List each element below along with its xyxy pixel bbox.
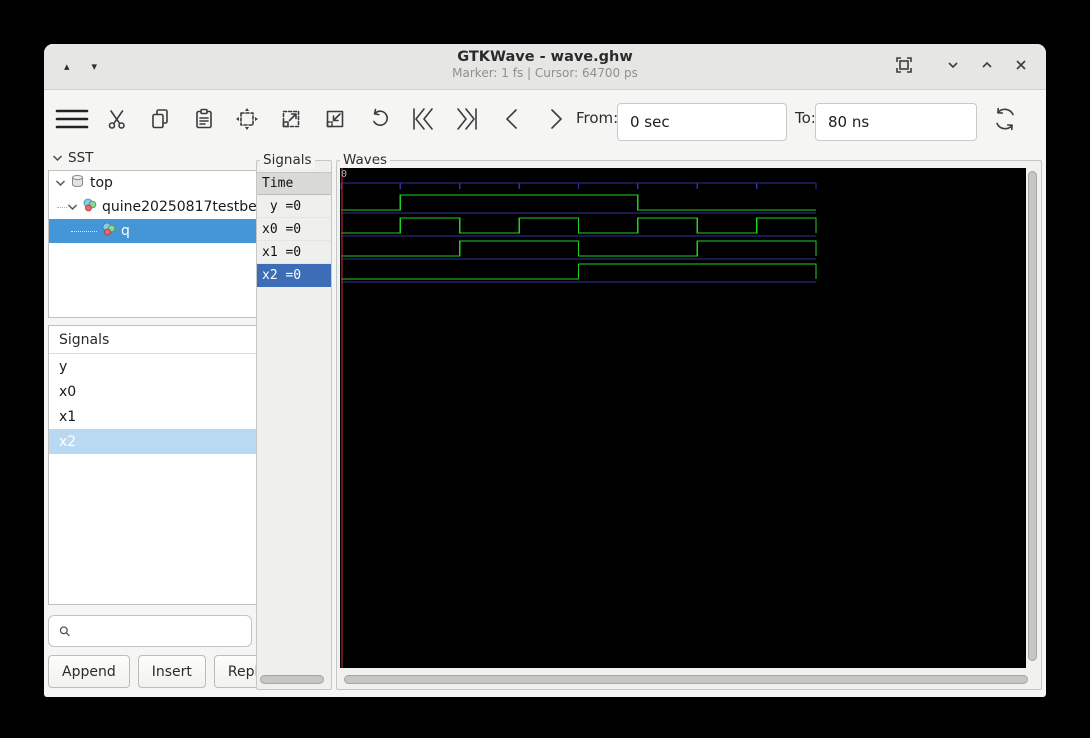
tree-item-q[interactable]: q [49,219,257,243]
chevron-down-icon [948,62,958,69]
waves-vscrollbar[interactable] [1027,169,1038,667]
zoom-in-box-icon [282,110,300,128]
value-row-y[interactable]: y =0 [257,195,331,218]
signal-list-item-y[interactable]: y [49,354,257,379]
value-row-x2[interactable]: x2 =0 [257,264,331,287]
scissors-icon [108,110,125,129]
main-content: SST top quine20250817testbench [44,148,1046,697]
signal-list-header: Signals [49,326,257,354]
minimize-button[interactable] [946,57,960,76]
zoom-out-box-icon [326,110,344,128]
fullscreen-icon [896,56,912,73]
cylinder-icon [70,174,85,192]
skip-to-end-button[interactable] [449,101,485,137]
signal-values-panel: Signals Time y =0 x0 =0 x1 =0 x2 =0 [256,152,332,690]
tree-item-testbench[interactable]: quine20250817testbench [49,195,257,219]
copy-icon [152,109,168,129]
titlebar[interactable]: ▴ ▾ GTKWave - wave.ghw Marker: 1 fs | Cu… [44,44,1046,90]
to-label: To: [795,109,816,127]
insert-button[interactable]: Insert [137,655,206,688]
waves-hscrollbar[interactable] [344,674,1028,685]
signal-list-item-x2[interactable]: x2 [49,429,257,454]
signal-browser-list: Signals y x0 x1 x2 [48,325,258,605]
hamburger-menu-icon [55,109,89,129]
from-label: From: [576,109,619,127]
signal-list-item-x0[interactable]: x0 [49,379,257,404]
maximize-button[interactable] [980,57,994,76]
timeline-origin-label: 0 [341,169,348,180]
reload-icon [996,107,1014,131]
waves-frame-label: Waves [340,152,391,169]
reload-button[interactable] [987,101,1023,137]
wave-display-area[interactable]: 0 [340,168,1026,668]
values-frame-label: Signals [260,152,315,169]
skip-start-icon [413,108,433,130]
value-row-x1[interactable]: x1 =0 [257,241,331,264]
copy-button[interactable] [142,101,178,137]
tree-item-label: quine20250817testbench [102,199,257,215]
wave-canvas[interactable] [340,168,1026,668]
module-icon [101,222,116,240]
signal-list-item-x1[interactable]: x1 [49,404,257,429]
module-icon [82,198,97,216]
hierarchy-tree: top quine20250817testbench q [48,170,258,318]
zoom-fit-icon [236,108,258,130]
paste-clipboard-icon [196,108,212,129]
chevron-right-icon [551,109,562,129]
signal-search[interactable] [48,615,252,647]
skip-end-icon [457,108,477,130]
fullscreen-button[interactable] [896,56,912,77]
cut-button[interactable] [99,101,135,137]
zoom-fit-button[interactable] [229,101,265,137]
expander-chevron-icon[interactable] [55,179,66,187]
sst-label: SST [68,150,94,166]
waves-panel: Waves 0 [336,152,1042,690]
search-input[interactable] [77,616,251,646]
prev-edge-button[interactable] [494,101,530,137]
paste-button[interactable] [186,101,222,137]
from-input[interactable] [617,103,787,141]
sst-sidebar: SST top quine20250817testbench [48,148,298,697]
next-edge-button[interactable] [538,101,574,137]
undo-button[interactable] [361,101,397,137]
value-row-x0[interactable]: x0 =0 [257,218,331,241]
zoom-in-button[interactable] [273,101,309,137]
tree-item-label: top [90,175,113,191]
gtkwave-window: ▴ ▾ GTKWave - wave.ghw Marker: 1 fs | Cu… [44,44,1046,697]
append-button[interactable]: Append [48,655,130,688]
toolbar: From: To: [44,90,1046,148]
sst-expander[interactable]: SST [48,148,258,168]
skip-to-start-button[interactable] [405,101,441,137]
search-icon [59,625,70,636]
time-header[interactable]: Time [257,172,331,195]
close-icon [1016,60,1026,70]
menu-button[interactable] [54,101,90,137]
values-hscrollbar[interactable] [260,674,328,685]
zoom-out-button[interactable] [317,101,353,137]
undo-arrow-icon [373,108,388,126]
to-input[interactable] [815,103,977,141]
chevron-left-icon [506,109,517,129]
tree-item-label: q [121,223,130,239]
expander-chevron-icon [52,155,63,162]
chevron-up-icon [982,61,992,68]
close-button[interactable] [1014,57,1028,76]
expander-chevron-icon[interactable] [67,203,78,211]
tree-item-top[interactable]: top [49,171,257,195]
